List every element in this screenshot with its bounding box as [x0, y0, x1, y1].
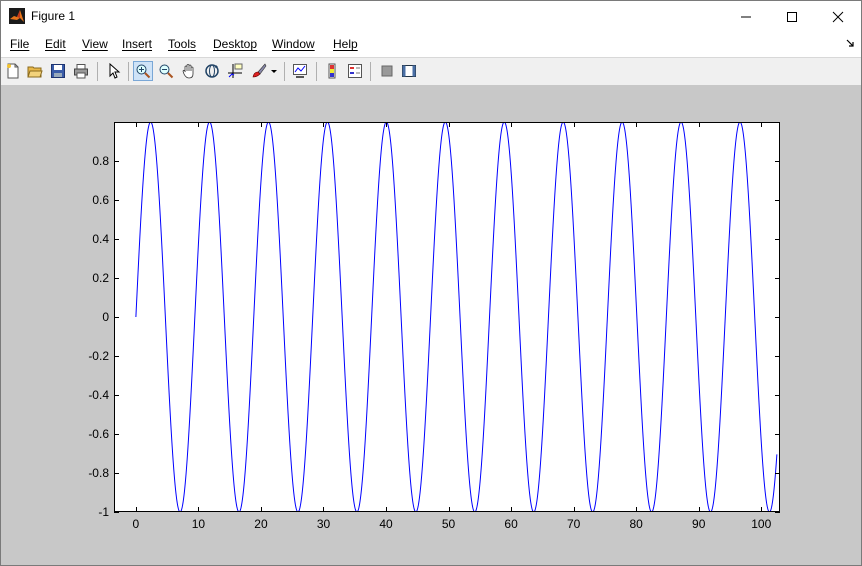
x-tick-label: 60 — [504, 517, 518, 531]
link-plot-icon — [293, 64, 307, 78]
y-tick-label: -0.4 — [88, 388, 109, 402]
insert-colorbar-button[interactable] — [322, 61, 342, 81]
y-tick-label: -0.2 — [88, 349, 109, 363]
menu-insert[interactable]: Insert — [122, 37, 152, 51]
save-disk-icon — [51, 64, 65, 78]
new-figure-button[interactable] — [3, 61, 23, 81]
y-tick-label: 0.2 — [92, 271, 109, 285]
open-folder-icon — [27, 66, 43, 78]
toolbar-separator — [284, 62, 285, 81]
zoom-in-icon — [136, 64, 151, 79]
menu-file[interactable]: File — [10, 37, 29, 51]
x-tick-label: 40 — [379, 517, 393, 531]
minimize-icon — [741, 16, 751, 17]
hide-plot-tools-button[interactable] — [377, 61, 397, 81]
figure-toolbar — [1, 57, 861, 86]
save-figure-button[interactable] — [48, 61, 68, 81]
menu-edit[interactable]: Edit — [45, 37, 66, 51]
plot-axes[interactable]: 0 10 20 30 40 50 60 70 80 90 100 -1 -0.8 -0.6 -0.4 -0.2… — [1, 85, 861, 565]
y-tick-label: 0.8 — [92, 154, 109, 168]
x-tick-label: 70 — [567, 517, 581, 531]
y-tick-label: -0.8 — [88, 466, 109, 480]
close-icon — [832, 11, 844, 22]
figure-window: Figure 1 File Edit View Insert Tools Des… — [0, 0, 862, 566]
x-tick-label: 0 — [133, 517, 140, 531]
insert-legend-button[interactable] — [345, 61, 365, 81]
close-button[interactable] — [815, 1, 861, 32]
window-title: Figure 1 — [31, 9, 76, 23]
y-tick-label: -1 — [98, 505, 109, 519]
brush-button[interactable] — [249, 61, 269, 81]
show-plot-tools-button[interactable] — [399, 61, 419, 81]
y-tick-label: 0.4 — [92, 232, 109, 246]
open-file-button[interactable] — [25, 61, 45, 81]
show-plot-tools-icon — [402, 65, 416, 77]
y-tick-label: 0.6 — [92, 193, 109, 207]
figure-canvas[interactable]: 0 10 20 30 40 50 60 70 80 90 100 -1 -0.8 -0.6 -0.4 -0.2… — [1, 85, 861, 565]
brush-dropdown-button[interactable] — [269, 61, 279, 81]
menu-help[interactable]: Help — [333, 37, 358, 51]
minimize-button[interactable] — [723, 1, 769, 32]
rotate-3d-button[interactable] — [202, 61, 222, 81]
legend-icon — [348, 64, 362, 78]
data-cursor-button[interactable] — [225, 61, 245, 81]
colorbar-icon — [328, 63, 336, 79]
toolbar-separator — [128, 62, 129, 81]
pan-hand-icon — [182, 64, 194, 79]
hide-plot-tools-icon — [381, 65, 393, 77]
edit-plot-button[interactable] — [104, 61, 124, 81]
chevron-down-icon — [271, 70, 277, 73]
zoom-out-icon — [159, 64, 174, 79]
printer-icon — [74, 64, 88, 79]
new-document-icon — [7, 63, 19, 79]
title-bar[interactable]: Figure 1 — [1, 1, 861, 32]
x-tick-label: 90 — [692, 517, 706, 531]
menu-view[interactable]: View — [82, 37, 108, 51]
toolbar-separator — [97, 62, 98, 81]
menu-desktop[interactable]: Desktop — [213, 37, 257, 51]
menu-bar: File Edit View Insert Tools Desktop Wind… — [1, 32, 861, 56]
x-tick-label: 20 — [254, 517, 268, 531]
arrow-cursor-icon — [109, 63, 121, 79]
menu-window[interactable]: Window — [272, 37, 315, 51]
link-plot-button[interactable] — [290, 61, 310, 81]
rotate-3d-icon — [205, 64, 219, 78]
menu-tools[interactable]: Tools — [168, 37, 196, 51]
brush-icon — [252, 63, 267, 78]
y-tick-label: -0.6 — [88, 427, 109, 441]
axes-background — [114, 122, 780, 512]
y-tick-label: 0 — [102, 310, 109, 324]
data-cursor-icon — [228, 63, 243, 78]
x-tick-label: 30 — [317, 517, 331, 531]
x-tick-label: 10 — [192, 517, 206, 531]
zoom-out-button[interactable] — [156, 61, 176, 81]
x-tick-label: 100 — [751, 517, 771, 531]
toolbar-separator — [370, 62, 371, 81]
pan-button[interactable] — [179, 61, 199, 81]
x-tick-label: 80 — [629, 517, 643, 531]
matlab-logo-icon — [9, 8, 25, 24]
zoom-in-button[interactable] — [133, 61, 153, 81]
dock-figure-icon[interactable] — [845, 38, 855, 48]
toolbar-separator — [316, 62, 317, 81]
maximize-button[interactable] — [769, 1, 815, 32]
maximize-icon — [787, 11, 797, 22]
print-figure-button[interactable] — [71, 61, 91, 81]
x-tick-label: 50 — [442, 517, 456, 531]
